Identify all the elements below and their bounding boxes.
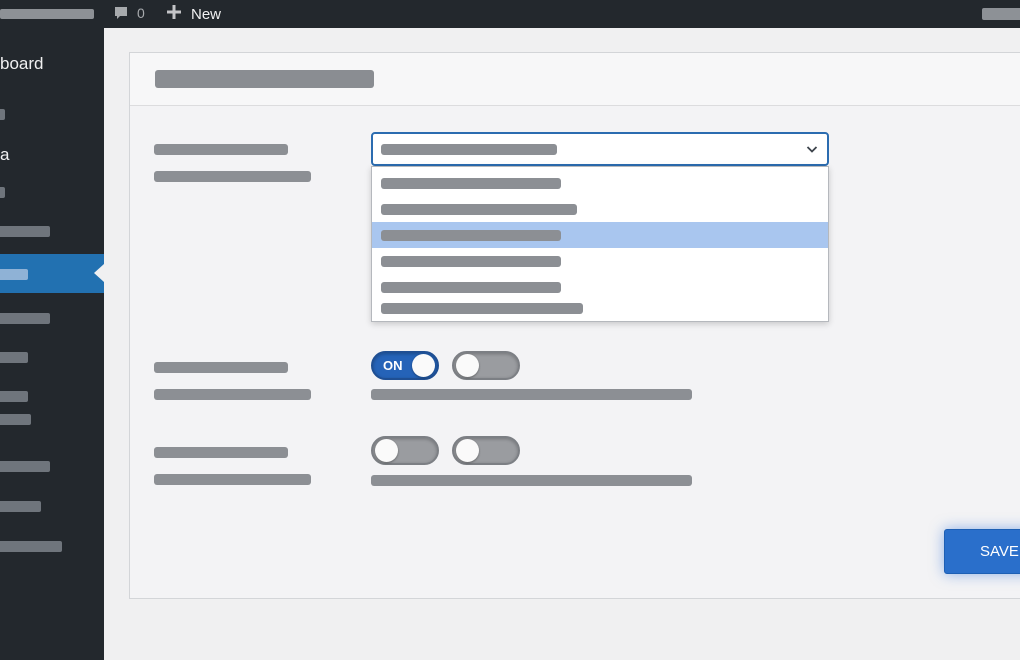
current-menu-arrow — [94, 264, 104, 282]
sidebar-item-blurred[interactable] — [0, 313, 50, 324]
option-label-blurred — [381, 303, 583, 314]
comments-link[interactable]: 0 — [113, 5, 145, 21]
plus-icon — [166, 4, 182, 24]
new-label: New — [191, 5, 222, 23]
field-description-blurred — [154, 474, 311, 485]
toggle-on-label: ON — [383, 358, 403, 373]
sidebar-item-blurred[interactable] — [0, 352, 28, 363]
field-label-blurred — [154, 144, 288, 155]
option-label-blurred — [381, 256, 561, 267]
options-select[interactable] — [371, 132, 829, 166]
toggle-knob — [375, 439, 398, 462]
select-dropdown-list — [371, 166, 829, 322]
toggle-knob — [412, 354, 435, 377]
sidebar-item-blurred[interactable] — [0, 541, 62, 552]
site-name-blurred[interactable] — [0, 9, 94, 19]
chevron-down-icon — [805, 142, 819, 161]
select-value-blurred — [381, 144, 557, 155]
field-label-blurred — [154, 447, 288, 458]
dropdown-option[interactable] — [372, 170, 828, 196]
sidebar-item-media[interactable]: a — [0, 145, 9, 165]
toggle-switch-off[interactable] — [452, 436, 520, 465]
save-button[interactable]: SAVE — [944, 529, 1020, 574]
sidebar-item-blurred[interactable] — [0, 414, 31, 425]
toggle-switch-off[interactable] — [452, 351, 520, 380]
field-label-blurred — [154, 362, 288, 373]
toggle-switch-on[interactable]: ON — [371, 351, 439, 380]
sidebar-item-blurred[interactable] — [0, 501, 41, 512]
option-label-blurred — [381, 178, 561, 189]
dropdown-option[interactable] — [372, 295, 828, 321]
sidebar-item-current-label — [0, 269, 28, 280]
sidebar-item-blurred[interactable] — [0, 187, 5, 198]
user-account-blurred[interactable] — [982, 8, 1020, 20]
card-title-blurred — [155, 70, 374, 88]
sidebar-item-blurred[interactable] — [0, 226, 50, 237]
sidebar-item-dashboard[interactable]: board — [0, 54, 43, 74]
field-description-blurred — [154, 171, 311, 182]
toggle-switch-off[interactable] — [371, 436, 439, 465]
option-label-blurred — [381, 230, 561, 241]
sidebar-item-blurred[interactable] — [0, 391, 28, 402]
new-content-link[interactable]: New — [166, 4, 221, 24]
card-header — [130, 53, 1020, 106]
toggle-knob — [456, 439, 479, 462]
toggle-knob — [456, 354, 479, 377]
toggle-help-text-blurred — [371, 389, 692, 400]
admin-bar: 0 New — [0, 0, 1020, 28]
toggle-help-text-blurred — [371, 475, 692, 486]
option-label-blurred — [381, 282, 561, 293]
sidebar-item-blurred[interactable] — [0, 109, 5, 120]
sidebar-item-blurred[interactable] — [0, 461, 50, 472]
option-label-blurred — [381, 204, 577, 215]
comment-count: 0 — [137, 5, 145, 21]
dropdown-option-highlighted[interactable] — [372, 222, 828, 248]
dropdown-option[interactable] — [372, 248, 828, 274]
sidebar-item-current[interactable] — [0, 254, 104, 293]
admin-sidebar: board a — [0, 28, 104, 660]
field-description-blurred — [154, 389, 311, 400]
dropdown-option[interactable] — [372, 196, 828, 222]
speech-bubble-icon — [113, 5, 129, 21]
